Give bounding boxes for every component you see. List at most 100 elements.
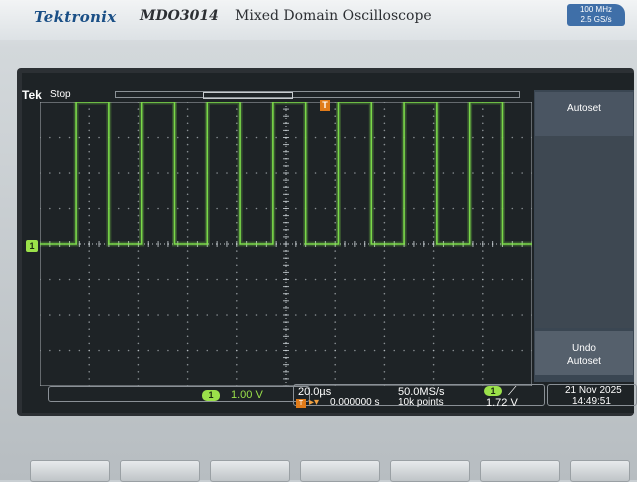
display-top-bar: Tek Stop	[22, 88, 532, 102]
graticule-dot	[147, 278, 150, 281]
trigger-position-marker[interactable]: T	[320, 100, 330, 111]
graticule-dot	[491, 207, 494, 210]
graticule-dot	[58, 278, 61, 281]
ch1-ground-marker[interactable]: 1	[26, 240, 38, 252]
graticule-dot	[334, 264, 337, 267]
graticule-dot	[176, 207, 179, 210]
softkey-2[interactable]	[120, 460, 200, 482]
graticule-dot	[186, 271, 189, 274]
graticule-dot	[324, 136, 327, 139]
graticule-dot	[373, 136, 376, 139]
graticule-dot	[186, 158, 189, 160]
graticule-dot	[137, 378, 140, 380]
graticule-dot	[432, 250, 435, 252]
graticule-dot	[354, 207, 356, 210]
softkey-3[interactable]	[210, 460, 290, 482]
graticule-dot	[422, 349, 425, 352]
time: 14:49:51	[572, 396, 611, 407]
graticule-dot	[236, 158, 238, 160]
graticule-dot	[383, 321, 386, 323]
graticule-dot	[482, 207, 484, 210]
graticule-dot	[521, 314, 523, 316]
date-time-readout: 21 Nov 2025 14:49:51	[547, 384, 637, 407]
graticule-dot	[186, 129, 189, 132]
spec-bandwidth: 100 MHz	[579, 5, 612, 14]
graticule-dot	[88, 321, 90, 323]
graticule-dot	[334, 314, 337, 316]
graticule-dot	[432, 165, 435, 167]
graticule-dot	[226, 172, 228, 174]
graticule-dot	[482, 321, 484, 323]
graticule-dot	[432, 108, 435, 110]
graticule-dot	[137, 129, 140, 132]
graticule-dot	[432, 314, 435, 316]
ch1-readout[interactable]: 1 1.00 V	[48, 386, 310, 402]
graticule-dot	[157, 136, 159, 139]
graticule-dot	[432, 363, 435, 366]
graticule-dot	[531, 278, 532, 281]
graticule-dot	[245, 172, 248, 174]
graticule-dot	[236, 363, 238, 366]
graticule-dot	[295, 278, 297, 281]
horizontal-readout[interactable]: 20.0µs T ▸▾ 0.000000 s 50.0MS/s 10k poin…	[293, 384, 545, 409]
graticule-dot	[275, 314, 277, 316]
graticule-dot	[324, 207, 327, 210]
graticule-dot	[265, 207, 268, 210]
graticule-dot	[265, 172, 268, 174]
graticule-dot	[383, 214, 386, 217]
graticule-dot	[98, 172, 100, 174]
graticule-dot	[413, 314, 415, 316]
graticule-dot	[226, 278, 228, 281]
graticule-dot	[344, 172, 346, 174]
graticule-dot	[98, 349, 100, 352]
graticule-dot	[334, 371, 337, 373]
softkey-1[interactable]	[30, 460, 110, 482]
graticule-dot	[186, 115, 189, 117]
graticule-dot	[58, 314, 61, 316]
softkey-7[interactable]	[570, 460, 630, 482]
softkey-4[interactable]	[300, 460, 380, 482]
graticule-dot	[501, 314, 504, 316]
graticule-dot	[236, 257, 238, 259]
graticule-dot	[314, 314, 317, 316]
graticule-dot	[363, 207, 366, 210]
graticule-dot	[255, 136, 258, 139]
graticule-dot	[482, 285, 484, 288]
graticule-dot	[363, 314, 366, 316]
autoset-button[interactable]: Autoset	[535, 92, 633, 136]
graticule-dot	[137, 236, 140, 238]
graticule-dot	[462, 207, 464, 210]
graticule-dot	[196, 349, 199, 352]
graticule-dot	[383, 285, 386, 288]
graticule-dot	[78, 278, 81, 281]
graticule-dot	[413, 172, 415, 174]
graticule-dot	[127, 349, 130, 352]
graticule-dot	[334, 102, 336, 103]
graticule-dot	[88, 271, 90, 274]
graticule-dot	[186, 285, 189, 288]
graticule-dot	[186, 229, 189, 231]
undo-label-line1: Undo	[572, 343, 596, 354]
softkey-5[interactable]	[390, 460, 470, 482]
graticule-dot	[295, 172, 297, 174]
graticule-dot	[117, 314, 120, 316]
graticule-dot	[137, 179, 140, 181]
softkey-6[interactable]	[480, 460, 560, 482]
graticule-dot	[137, 102, 140, 103]
graticule-dot	[137, 136, 140, 139]
graticule-dot	[482, 108, 484, 110]
trigger-position: 0.000000 s	[330, 397, 380, 408]
graticule-dot	[334, 214, 337, 217]
graticule-dot	[157, 278, 159, 281]
graticule-dot	[206, 349, 209, 352]
graticule-dot	[68, 136, 71, 139]
tek-logo: Tek	[22, 88, 42, 102]
graticule-dot	[334, 207, 337, 210]
graticule-dot	[472, 314, 474, 316]
graticule-dot	[482, 335, 484, 338]
graticule-dot	[186, 328, 189, 330]
undo-autoset-button[interactable]: Undo Autoset	[535, 331, 633, 375]
graticule-dot	[186, 292, 189, 295]
graticule-dot	[383, 136, 386, 139]
graticule-dot	[226, 136, 228, 139]
